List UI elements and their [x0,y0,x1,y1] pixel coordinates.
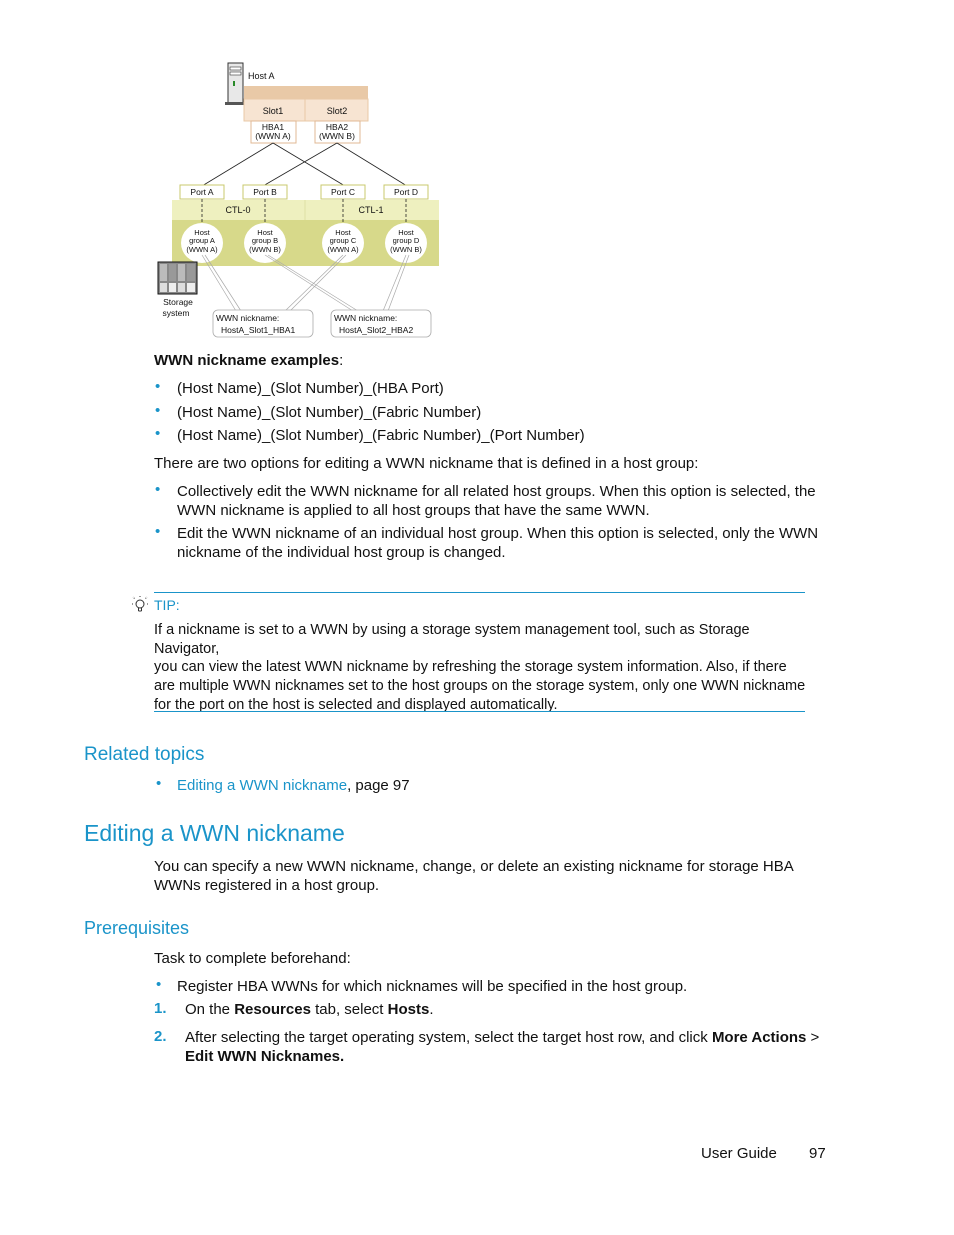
host-group-c: Host group C (WWN A) [322,223,364,263]
lightbulb-icon [131,596,149,612]
callout-hba1: WWN nickname: HostA_Slot1_HBA1 [212,309,314,338]
host-group-b: Host group B (WWN B) [244,223,286,263]
host-label: Host A [248,71,275,81]
wwn-nickname-diagram: Host A Slot1 Slot2 HBA1 (WWN A) HBA2 (WW… [157,62,439,338]
ctl-0-label: CTL-0 [225,205,250,215]
hba-2-wwn: (WWN B) [319,131,355,141]
section-description: You can specify a new WWN nickname, chan… [154,858,794,894]
svg-text:group D: group D [393,236,420,245]
svg-text:group B: group B [252,236,278,245]
footer-label: User Guide [701,1145,777,1162]
callout-hba2: WWN nickname: HostA_Slot2_HBA2 [330,309,432,338]
svg-text:group A: group A [189,236,215,245]
host-group-a: Host group A (WWN A) [181,223,223,263]
port-d-label: Port D [394,187,418,197]
section-title: Editing a WWN nickname [84,820,345,846]
svg-text:HostA_Slot1_HBA1: HostA_Slot1_HBA1 [221,325,295,335]
host-server-icon [225,62,246,105]
port-c-label: Port C [331,187,355,197]
ctl-1-label: CTL-1 [358,205,383,215]
port-c: Port C [320,184,366,200]
examples-heading: WWN nickname examples: [154,352,344,369]
step-number: 2. [154,1028,167,1045]
tip-body: If a nickname is set to a WWN by using a… [154,622,806,713]
port-a: Port A [179,184,225,200]
options-intro: There are two options for editing a WWN … [154,455,699,472]
port-b-label: Port B [253,187,277,197]
slot-1-label: Slot1 [263,106,284,116]
svg-text:WWN nickname:: WWN nickname: [334,313,397,323]
port-b: Port B [242,184,288,200]
svg-text:(WWN B): (WWN B) [249,245,281,254]
svg-text:(WWN A): (WWN A) [186,245,218,254]
hba-1-wwn: (WWN A) [255,131,291,141]
svg-text:group C: group C [330,236,357,245]
fabric-links [201,142,408,187]
step-number: 1. [154,1000,167,1017]
related-topics-heading: Related topics [84,744,205,765]
storage-system-icon [157,261,198,295]
slot-2-label: Slot2 [327,106,348,116]
svg-text:(WWN B): (WWN B) [390,245,422,254]
storage-label-2: system [163,308,190,318]
storage-label-1: Storage [163,297,193,307]
tip-top-rule [154,592,805,593]
host-group-d: Host group D (WWN B) [385,223,427,263]
tip-bottom-rule [154,711,805,712]
related-link-editing-wwn-nickname[interactable]: Editing a WWN nickname [177,777,347,794]
port-d: Port D [383,184,429,200]
page-number: 97 [809,1145,826,1162]
svg-text:(WWN A): (WWN A) [327,245,359,254]
tip-label: TIP: [154,597,180,613]
svg-text:WWN nickname:: WWN nickname: [216,313,279,323]
list-item: Register HBA WWNs for which nicknames wi… [177,978,688,995]
port-a-label: Port A [190,187,213,197]
prerequisites-heading: Prerequisites [84,918,190,938]
host-bar [244,86,368,99]
list-item: Editing a WWN nickname, page 97 [177,777,410,794]
svg-text:HostA_Slot2_HBA2: HostA_Slot2_HBA2 [339,325,413,335]
prereq-intro: Task to complete beforehand: [154,950,351,967]
